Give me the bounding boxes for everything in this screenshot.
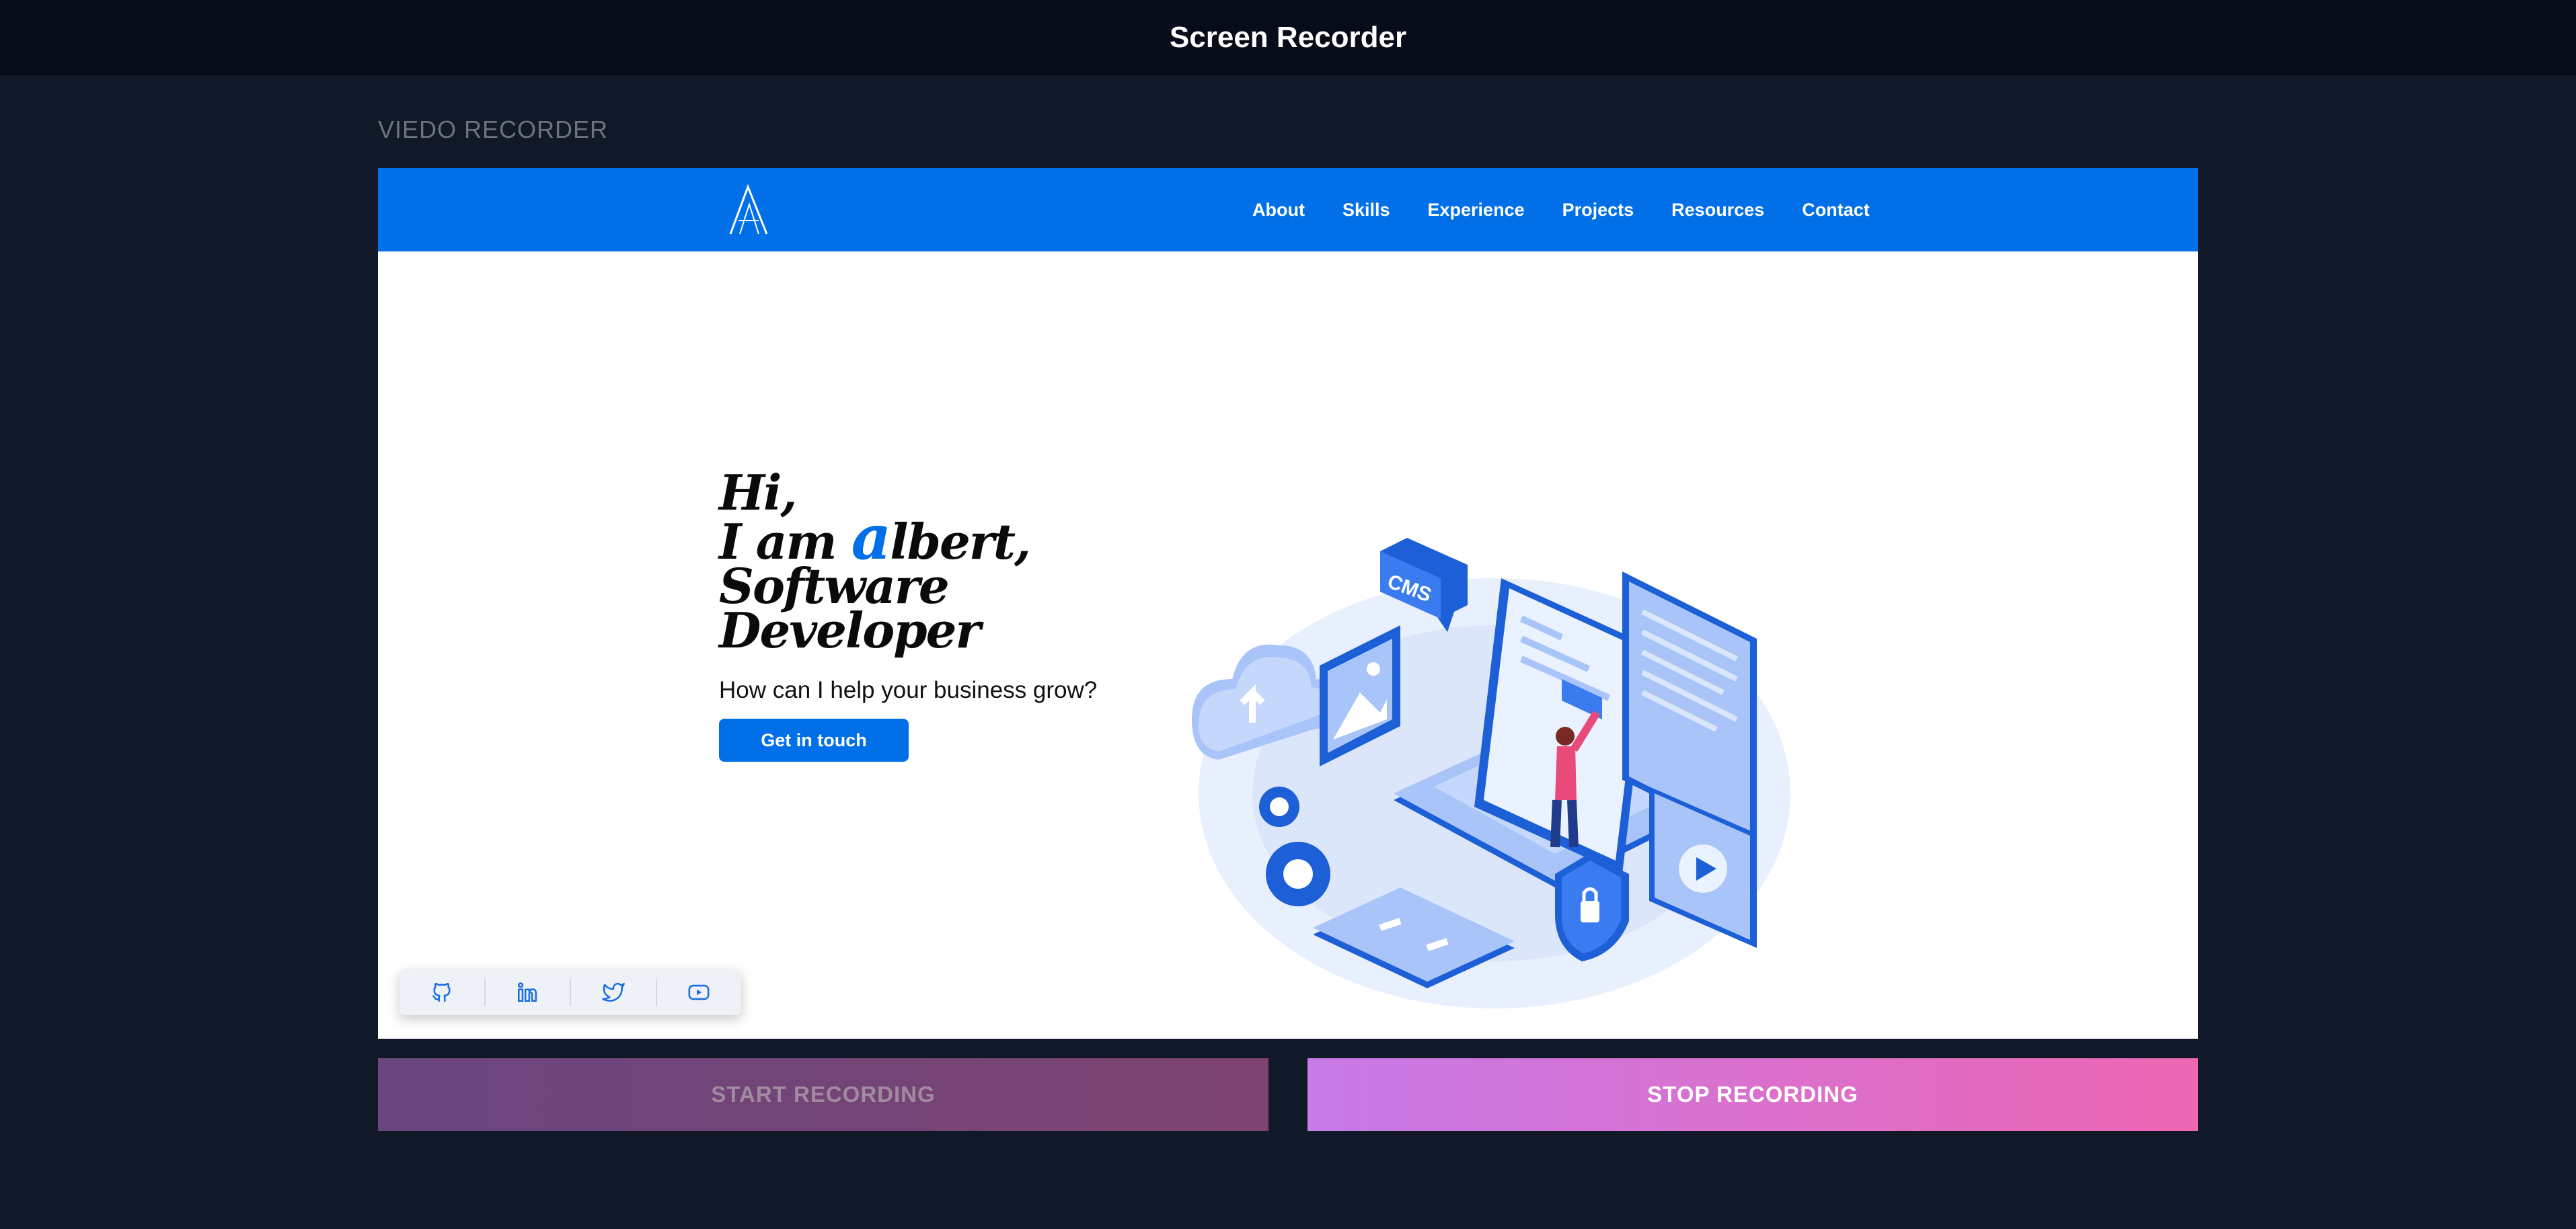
nav-links: About Skills Experience Projects Resourc… — [1252, 168, 1870, 251]
nav-link-about[interactable]: About — [1252, 200, 1305, 221]
site-navbar: About Skills Experience Projects Resourc… — [378, 168, 2198, 251]
hero-line-greeting: Hi, — [719, 464, 797, 521]
app-header: Screen Recorder — [0, 0, 2576, 75]
get-in-touch-button[interactable]: Get in touch — [719, 719, 909, 762]
recording-preview: About Skills Experience Projects Resourc… — [378, 168, 2198, 1039]
nav-link-skills[interactable]: Skills — [1342, 200, 1390, 221]
twitter-link[interactable] — [571, 969, 656, 1015]
app-title: Screen Recorder — [1169, 21, 1407, 54]
youtube-icon — [688, 984, 710, 1000]
linkedin-icon — [518, 982, 537, 1002]
start-recording-button[interactable]: START RECORDING — [378, 1058, 1268, 1131]
nav-link-projects[interactable]: Projects — [1562, 200, 1634, 221]
social-links-bar — [400, 969, 741, 1015]
hero-line-role: Software Developer — [719, 557, 981, 659]
stop-recording-button[interactable]: STOP RECORDING — [1308, 1058, 2198, 1131]
section-label: VIEDO RECORDER — [378, 116, 609, 143]
github-link[interactable] — [400, 969, 484, 1015]
linkedin-link[interactable] — [486, 969, 570, 1015]
hero-section: Hi, I am albert, Software Developer How … — [719, 464, 1176, 762]
nav-link-resources[interactable]: Resources — [1671, 200, 1764, 221]
nav-link-experience[interactable]: Experience — [1428, 200, 1525, 221]
a-monogram-logo-icon[interactable] — [725, 184, 772, 235]
hero-subtitle: How can I help your business grow? — [719, 677, 1098, 703]
github-icon — [432, 983, 451, 1002]
developer-illustration: CMS — [1192, 538, 1790, 1008]
twitter-icon — [601, 982, 625, 1002]
nav-link-contact[interactable]: Contact — [1802, 200, 1870, 221]
hero-heading: Hi, I am albert, Software Developer — [719, 464, 1176, 659]
youtube-link[interactable] — [657, 969, 742, 1015]
